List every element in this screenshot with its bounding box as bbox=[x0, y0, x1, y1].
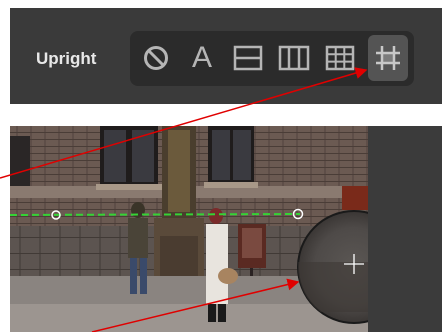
auto-button[interactable]: A bbox=[182, 35, 222, 81]
crop-crosshair-icon bbox=[376, 46, 400, 70]
upright-label: Upright bbox=[36, 49, 97, 68]
guided-button[interactable] bbox=[368, 35, 408, 81]
vertical-button[interactable] bbox=[274, 35, 314, 81]
right-panel bbox=[368, 126, 442, 332]
vertical-lines-icon bbox=[278, 45, 310, 71]
full-button[interactable] bbox=[320, 35, 360, 81]
level-button[interactable] bbox=[228, 35, 268, 81]
off-button[interactable] bbox=[136, 35, 176, 81]
letter-a-icon: A bbox=[191, 41, 212, 74]
upright-toolbar: Upright A bbox=[10, 8, 442, 104]
circle-slash-icon bbox=[144, 46, 168, 70]
horizontal-split-icon bbox=[233, 45, 263, 71]
grid-icon bbox=[325, 45, 355, 71]
upright-button-group: A bbox=[130, 31, 414, 86]
